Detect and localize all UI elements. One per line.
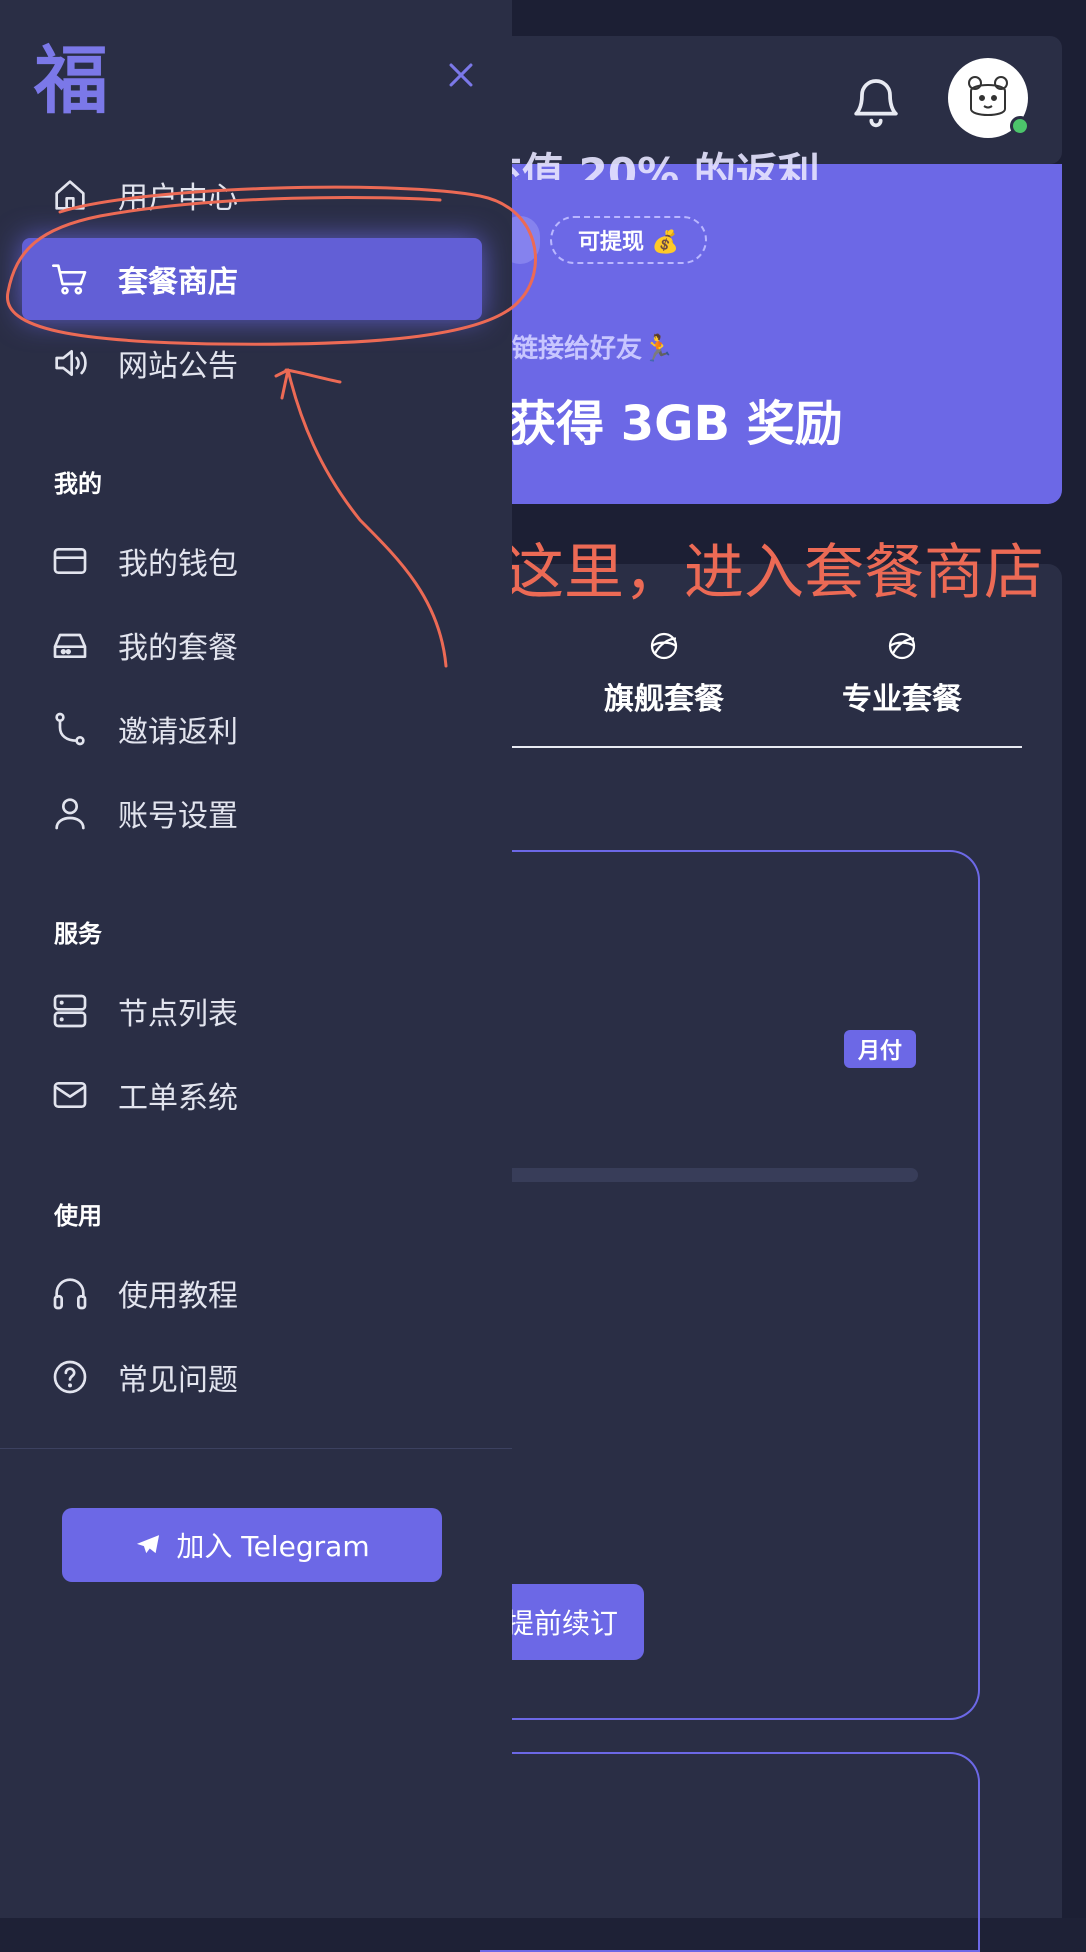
cart-icon [52, 264, 87, 295]
sidebar-item-tutorial[interactable]: 使用教程 [22, 1252, 482, 1334]
promo-subtitle: 链接给好友🏃 [512, 334, 675, 364]
sidebar-item-label: 用户中心 [118, 181, 238, 216]
annotation-text: 点这里，进入套餐商店 [444, 538, 1044, 608]
close-icon[interactable] [444, 58, 478, 92]
avatar[interactable] [948, 58, 1030, 138]
promo-top-text: 充值 20% 的返利 [480, 149, 820, 180]
drive-icon [53, 633, 87, 658]
sidebar-item-account-settings[interactable]: 账号设置 [22, 772, 482, 854]
sidebar-item-announcements[interactable]: 网站公告 [22, 322, 482, 404]
tab-flagship-plan[interactable]: 旗舰套餐 [584, 628, 744, 718]
online-status-dot [1010, 116, 1030, 136]
share-route-icon [55, 712, 85, 746]
sidebar-item-plan-store[interactable]: 套餐商店 [22, 238, 482, 320]
sidebar-item-label: 我的套餐 [118, 631, 238, 666]
headphones-icon [53, 1278, 87, 1310]
section-title-mine: 我的 [54, 470, 102, 498]
home-icon [55, 180, 85, 210]
logo: 福 [34, 38, 108, 124]
usage-progress-track [480, 1168, 918, 1182]
bell-icon[interactable] [848, 74, 904, 130]
help-circle-icon [53, 1360, 87, 1394]
plan-card-second [480, 1752, 980, 1952]
globe-icon [650, 632, 678, 660]
wallet-icon [53, 548, 87, 574]
sidebar-item-label: 邀请返利 [118, 715, 238, 750]
tab-pro-plan[interactable]: 专业套餐 [822, 628, 982, 718]
sidebar-item-label: 套餐商店 [118, 265, 238, 300]
tabs-underline [510, 746, 1022, 748]
tab-label: 专业套餐 [842, 682, 962, 717]
sidebar-item-user-center[interactable]: 用户中心 [22, 154, 482, 236]
sidebar-item-label: 工单系统 [118, 1081, 238, 1116]
tab-label: 旗舰套餐 [604, 682, 724, 717]
mail-icon [53, 1082, 87, 1108]
sidebar-item-label: 使用教程 [118, 1279, 238, 1314]
sidebar-item-label: 节点列表 [118, 997, 238, 1032]
promo-headline: 获得 3GB 奖励 [508, 396, 843, 452]
sidebar: 福 用户中心 套餐商店 网站公告 我的 我的钱包 我的套餐 邀请返利 账号设置 … [0, 0, 512, 1918]
telegram-icon [137, 1535, 160, 1554]
withdrawable-pill[interactable]: 可提现 💰 [550, 216, 708, 264]
telegram-button-label: 加入 Telegram [176, 1530, 370, 1563]
monthly-badge: 月付 [844, 1030, 917, 1068]
sidebar-item-faq[interactable]: 常见问题 [22, 1336, 482, 1418]
user-icon [55, 798, 85, 830]
sidebar-item-label: 账号设置 [118, 799, 238, 834]
sidebar-item-node-list[interactable]: 节点列表 [22, 970, 482, 1052]
sidebar-item-label: 我的钱包 [118, 547, 238, 582]
join-telegram-button[interactable]: 加入 Telegram [62, 1508, 442, 1582]
sidebar-divider [0, 1448, 512, 1449]
sidebar-item-label: 常见问题 [118, 1363, 238, 1398]
sidebar-item-ticket-system[interactable]: 工单系统 [22, 1054, 482, 1136]
globe-icon [888, 632, 916, 660]
sidebar-item-wallet[interactable]: 我的钱包 [22, 520, 482, 602]
section-title-use: 使用 [54, 1202, 102, 1230]
sidebar-item-label: 网站公告 [118, 349, 238, 384]
sidebar-item-invite-rebate[interactable]: 邀请返利 [22, 688, 482, 770]
sidebar-item-my-plans[interactable]: 我的套餐 [22, 604, 482, 686]
speaker-icon [55, 350, 87, 376]
bear-avatar-icon [968, 76, 1008, 116]
section-title-service: 服务 [54, 920, 102, 948]
server-icon [53, 994, 87, 1028]
